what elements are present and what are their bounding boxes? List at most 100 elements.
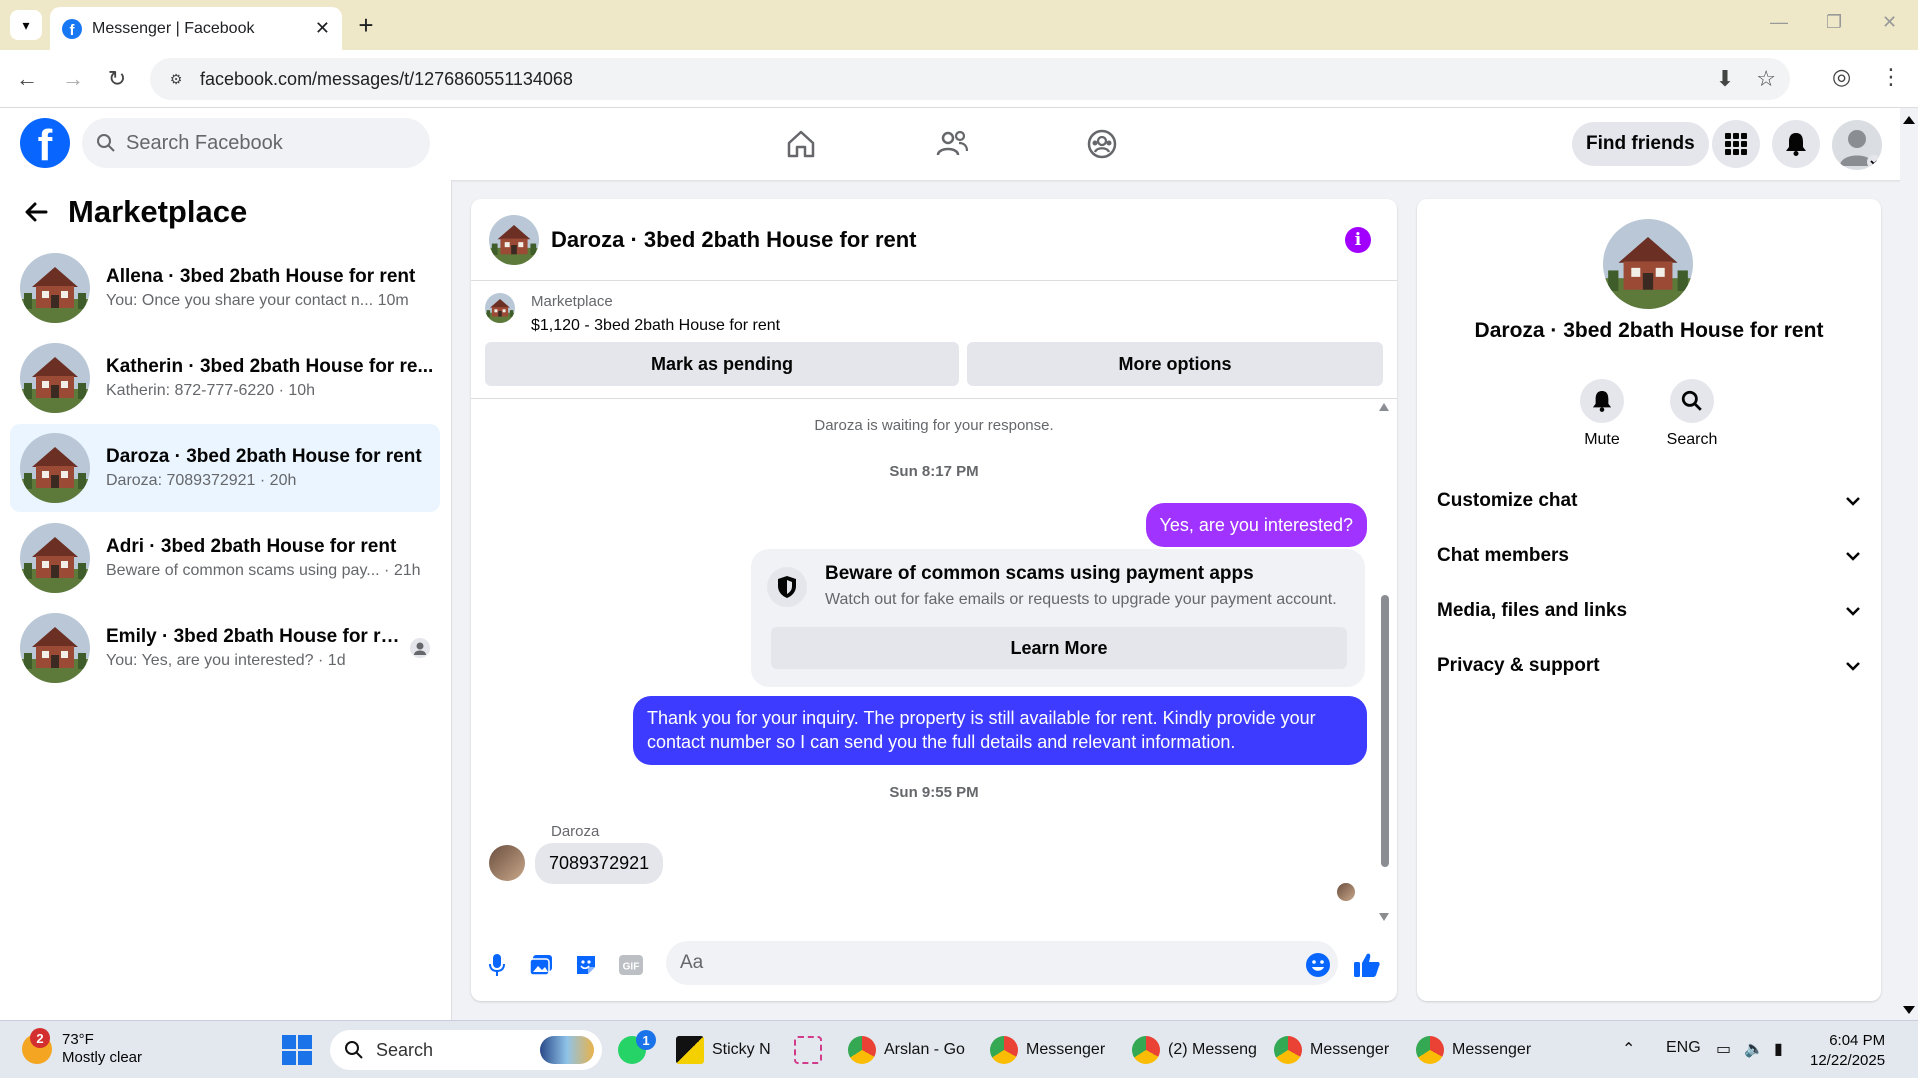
taskbar-snipping-tool[interactable] [794,1029,822,1071]
bookmark-star-icon[interactable]: ☆ [1756,66,1776,92]
mark-as-pending-button[interactable]: Mark as pending [485,342,959,386]
taskbar-chrome-messenger-1[interactable]: Messenger [990,1029,1105,1071]
back-arrow-icon[interactable]: ← [12,64,42,94]
scroll-up-icon[interactable] [1379,403,1389,411]
privacy-support-row[interactable]: Privacy & support [1437,644,1861,688]
volume-icon[interactable]: 🔈 [1744,1039,1764,1059]
reload-icon[interactable]: ↻ [102,64,132,94]
chat-scrollbar[interactable] [1379,403,1389,921]
search-placeholder: Search Facebook [126,131,283,154]
media-files-links-row[interactable]: Media, files and links [1437,589,1861,633]
close-window-icon[interactable]: ✕ [1882,12,1897,33]
facebook-search-box[interactable]: Search Facebook [82,118,430,168]
taskbar-chrome-messenger-3[interactable]: Messenger [1274,1029,1389,1071]
taskbar-chrome-messenger-2[interactable]: (2) Messeng [1132,1029,1257,1071]
emoji-icon[interactable] [1304,951,1332,979]
chrome-menu-icon[interactable]: ⋮ [1880,64,1902,90]
shield-icon [767,567,807,607]
url-text[interactable]: facebook.com/messages/t/1276860551134068 [200,69,573,90]
notifications-bell-icon[interactable] [1772,120,1820,168]
temperature: 73°F [62,1031,94,1048]
scroll-up-icon[interactable] [1900,114,1918,126]
conversation-time: 20h [269,472,297,489]
mute-button[interactable]: Mute [1562,379,1642,449]
chat-members-row[interactable]: Chat members [1437,534,1861,578]
battery-icon[interactable]: ▮ [1774,1039,1783,1059]
windows-start-icon[interactable] [282,1035,312,1065]
back-arrow-icon[interactable] [24,201,48,223]
gif-icon[interactable]: GIF [617,951,645,979]
outgoing-message[interactable]: Yes, are you interested? [1145,503,1367,548]
taskbar-chrome-arslan[interactable]: Arslan - Go [848,1029,965,1071]
conversation-item-active[interactable]: Daroza · 3bed 2bath House for rent Daroz… [10,424,440,512]
learn-more-button[interactable]: Learn More [771,627,1347,669]
profile-icon[interactable]: ◎ [1832,64,1851,90]
taskbar-chrome-messenger-4[interactable]: Messenger [1416,1029,1531,1071]
info-icon[interactable]: i [1345,227,1371,253]
facebook-logo-icon[interactable]: f [20,118,70,168]
sticker-icon[interactable] [572,951,600,979]
tab-close-icon[interactable]: ✕ [315,18,330,39]
tray-chevron-up-icon[interactable]: ⌃ [1622,1039,1635,1059]
omnibox[interactable]: ⚙ facebook.com/messages/t/12768605511340… [150,58,1790,100]
conversation-name: Daroza · 3bed 2bath House for rent [1474,319,1824,342]
page-scrollbar[interactable] [1900,108,1918,1020]
scroll-down-icon[interactable] [1379,913,1389,921]
listing-price-title[interactable]: $1,120 - 3bed 2bath House for rent [531,317,780,335]
seen-avatar-icon [410,638,430,658]
groups-icon[interactable] [1080,122,1124,166]
bell-icon [1580,379,1624,423]
search-in-chat-button[interactable]: Search [1652,379,1732,449]
conversations-sidebar: Marketplace Allena · 3bed 2bath House fo… [0,180,452,1020]
forward-arrow-icon[interactable]: → [58,64,88,94]
site-info-icon[interactable]: ⚙ [164,67,188,91]
taskbar-sticky-notes[interactable]: Sticky N [676,1029,771,1071]
taskbar-whatsapp[interactable]: 1 [618,1029,656,1071]
chat-title[interactable]: Daroza · 3bed 2bath House for rent [551,227,917,253]
photo-icon[interactable] [527,951,555,979]
sender-avatar[interactable] [489,845,525,881]
sender-name: Daroza [551,823,600,840]
account-avatar[interactable] [1832,120,1882,170]
chat-panel: Daroza · 3bed 2bath House for rent i Mar… [471,199,1397,1001]
chevron-down-icon [1846,552,1860,561]
minimize-icon[interactable]: — [1770,12,1788,33]
conversation-item[interactable]: Katherin · 3bed 2bath House for re... Ka… [10,334,440,422]
browser-tab[interactable]: f Messenger | Facebook ✕ [50,7,342,50]
scroll-thumb[interactable] [1381,595,1389,867]
message-input[interactable] [666,941,1338,985]
conversation-item[interactable]: Allena · 3bed 2bath House for rent You: … [10,244,440,332]
network-icon[interactable]: ▭ [1716,1039,1731,1059]
scroll-down-icon[interactable] [1900,1004,1918,1016]
listing-thumbnail[interactable] [485,293,515,323]
row-label: Privacy & support [1437,655,1600,676]
chat-avatar[interactable] [489,215,539,265]
customize-chat-row[interactable]: Customize chat [1437,479,1861,523]
conversation-time: 10h [288,382,316,399]
restore-icon[interactable]: ❐ [1826,12,1842,33]
system-clock[interactable]: 6:04 PM 12/22/2025 [1810,1031,1885,1070]
conversation-time: 10m [377,292,409,309]
language-indicator[interactable]: ENG [1666,1039,1701,1057]
weather-badge: 2 [30,1028,50,1048]
conversation-item[interactable]: Emily · 3bed 2bath House for rent You: Y… [10,604,440,692]
facebook-favicon-icon: f [62,18,82,39]
conversation-preview: Beware of common scams using pay... [106,562,380,579]
menu-grid-icon[interactable] [1712,120,1760,168]
tab-search-chevron-icon[interactable]: ▾ [10,10,42,40]
taskbar-search[interactable]: Search [330,1030,602,1070]
home-icon[interactable] [779,122,823,166]
listing-thumbnail [20,613,90,683]
incoming-message[interactable]: 7089372921 [535,843,664,884]
chrome-icon [1416,1036,1444,1064]
weather-widget[interactable]: 2 73°F Mostly clear [22,1028,142,1067]
friends-icon[interactable] [930,122,974,166]
microphone-icon[interactable] [483,951,511,979]
conversation-item[interactable]: Adri · 3bed 2bath House for rent Beware … [10,514,440,602]
outgoing-message[interactable]: Thank you for your inquiry. The property… [633,696,1367,765]
new-tab-plus-icon[interactable]: + [352,10,380,40]
thumbs-up-icon[interactable] [1353,951,1381,979]
install-app-icon[interactable]: ⬇ [1716,66,1734,92]
more-options-button[interactable]: More options [967,342,1383,386]
find-friends-button[interactable]: Find friends [1572,122,1709,166]
